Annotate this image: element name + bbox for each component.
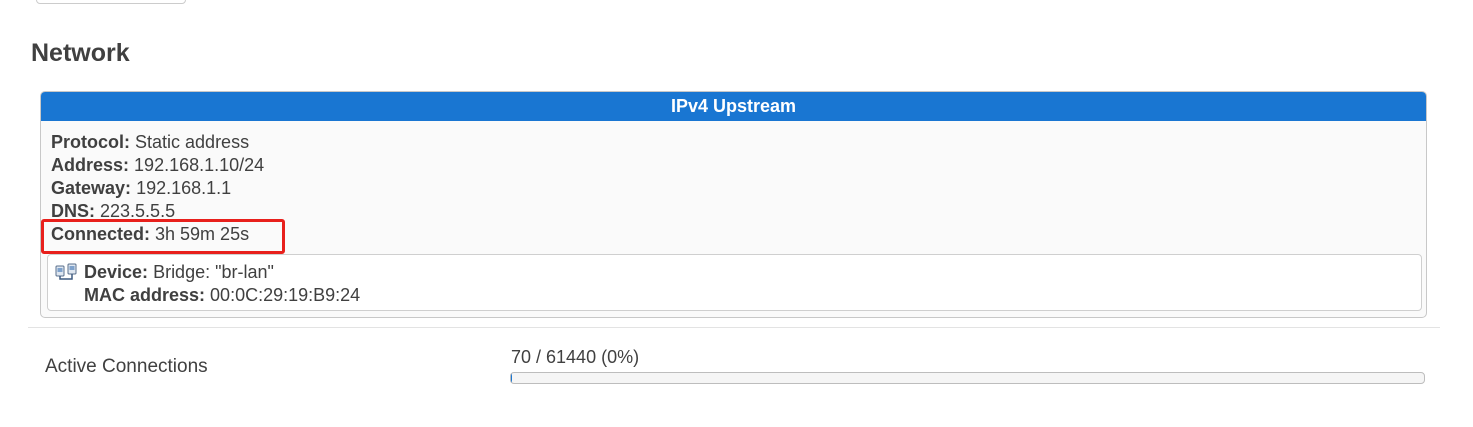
active-connections-progress-fill [511, 373, 513, 383]
mac-label: MAC address: [84, 285, 206, 305]
protocol-line: Protocol: Static address [51, 131, 1416, 154]
device-value: Bridge: "br-lan" [153, 262, 274, 282]
protocol-label: Protocol: [51, 132, 130, 152]
connected-highlight-box [41, 219, 285, 254]
gateway-value: 192.168.1.1 [136, 178, 232, 198]
panel-header: IPv4 Upstream [41, 92, 1426, 121]
page: Network IPv4 Upstream Protocol: Static a… [0, 0, 1473, 427]
address-value: 192.168.1.10/24 [134, 155, 265, 175]
device-box: Device: Bridge: "br-lan" MAC address: 00… [47, 254, 1422, 311]
dns-label: DNS: [51, 201, 95, 221]
gateway-label: Gateway: [51, 178, 132, 198]
active-connections-progress-bar [510, 372, 1425, 384]
section-divider [28, 327, 1440, 328]
gateway-line: Gateway: 192.168.1.1 [51, 177, 1416, 200]
active-connections-value: 70 / 61440 (0%) [511, 347, 640, 367]
mac-line: MAC address: 00:0C:29:19:B9:24 [84, 284, 1421, 307]
top-button-stub[interactable] [36, 0, 186, 4]
address-line: Address: 192.168.1.10/24 [51, 154, 1416, 177]
device-label: Device: [84, 262, 149, 282]
device-line: Device: Bridge: "br-lan" [84, 261, 1421, 284]
ipv4-upstream-panel: IPv4 Upstream Protocol: Static address A… [40, 91, 1427, 318]
protocol-value: Static address [135, 132, 250, 152]
section-title: Network [31, 39, 130, 67]
network-bridge-icon [55, 263, 77, 281]
mac-value: 00:0C:29:19:B9:24 [210, 285, 361, 305]
address-label: Address: [51, 155, 130, 175]
dns-value: 223.5.5.5 [100, 201, 176, 221]
active-connections-label: Active Connections [45, 356, 208, 377]
